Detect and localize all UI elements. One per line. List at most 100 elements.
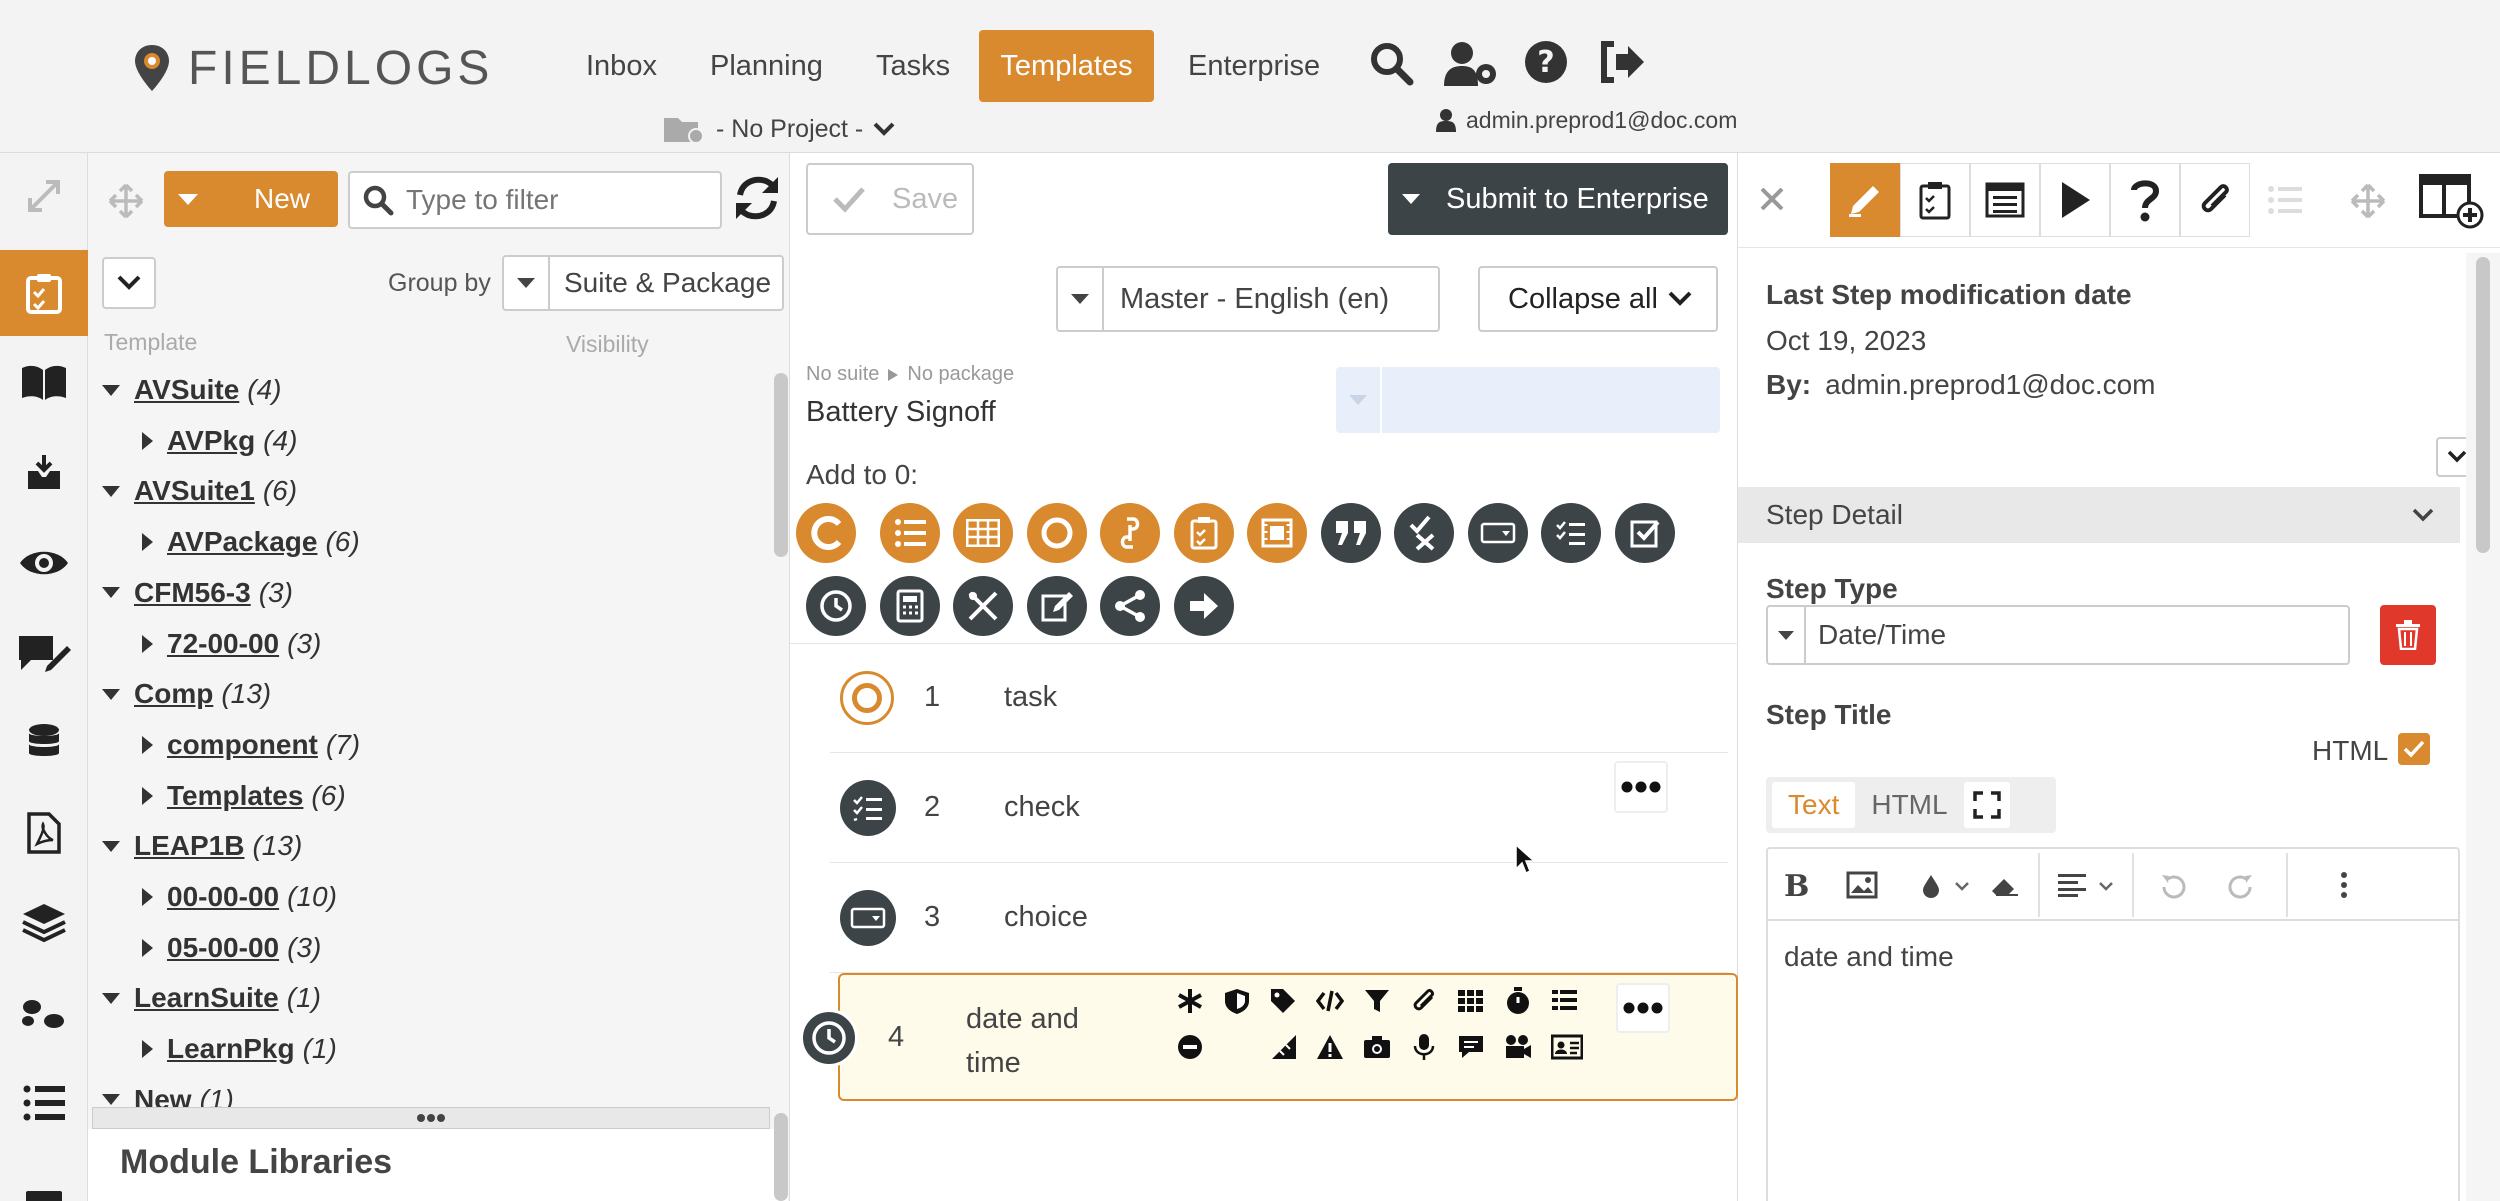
filter-input[interactable] bbox=[406, 184, 706, 216]
brand-logo[interactable]: FIELDLOGS bbox=[132, 38, 493, 98]
tree-item-name[interactable]: AVPkg bbox=[167, 425, 255, 457]
tree-item-name[interactable]: AVSuite1 bbox=[134, 475, 255, 507]
more-options-button[interactable] bbox=[1614, 761, 1668, 813]
code-icon[interactable] bbox=[1316, 987, 1344, 1015]
color-drop-icon[interactable] bbox=[1920, 873, 1942, 899]
step-type-select[interactable]: Date/Time bbox=[1766, 605, 2350, 665]
link-icon[interactable] bbox=[1100, 503, 1160, 563]
comment-icon[interactable] bbox=[1457, 1033, 1485, 1061]
mic-icon[interactable] bbox=[1410, 1033, 1438, 1061]
nav-templates[interactable]: Templates bbox=[979, 30, 1154, 102]
step-row[interactable]: 2 check bbox=[830, 753, 1728, 863]
footprints-icon[interactable] bbox=[0, 970, 88, 1056]
editor-content[interactable]: date and time bbox=[1784, 941, 1954, 973]
collapse-tree-button[interactable] bbox=[102, 257, 156, 309]
caret-right-icon[interactable] bbox=[142, 634, 153, 653]
project-selector[interactable]: - No Project - bbox=[664, 112, 895, 146]
tree-item-name[interactable]: component bbox=[167, 729, 318, 761]
collapse-all-button[interactable]: Collapse all bbox=[1478, 266, 1718, 332]
circle-icon[interactable] bbox=[1026, 503, 1087, 563]
warning-icon[interactable] bbox=[1316, 1033, 1344, 1061]
tree-item-name[interactable]: LearnPkg bbox=[167, 1033, 295, 1065]
eye-icon[interactable] bbox=[0, 520, 88, 606]
add-panel-icon[interactable] bbox=[2418, 173, 2484, 229]
book-icon[interactable] bbox=[0, 340, 88, 426]
tree-item[interactable]: CFM56-3 (3) bbox=[102, 568, 293, 618]
tags-icon[interactable] bbox=[1269, 987, 1297, 1015]
tree-item[interactable]: LearnSuite (1) bbox=[102, 973, 321, 1023]
right-scrollbar-thumb[interactable] bbox=[2476, 257, 2490, 553]
database-icon[interactable] bbox=[0, 700, 88, 786]
move-icon[interactable] bbox=[2350, 183, 2386, 219]
rich-text-editor[interactable]: B date and time bbox=[1766, 847, 2460, 1201]
caret-right-icon[interactable] bbox=[142, 888, 153, 906]
search-icon[interactable] bbox=[1368, 40, 1416, 88]
id-card-icon[interactable] bbox=[1551, 1033, 1583, 1061]
caret-down-icon[interactable] bbox=[102, 992, 120, 1004]
comment-edit-icon[interactable] bbox=[0, 610, 88, 696]
shield-icon[interactable] bbox=[1223, 987, 1251, 1015]
tree-item[interactable]: LEAP1B (13) bbox=[102, 821, 302, 871]
logout-icon[interactable] bbox=[1598, 40, 1646, 88]
image-icon[interactable] bbox=[1846, 871, 1878, 899]
tree-item-name[interactable]: 72-00-00 bbox=[167, 628, 279, 660]
list-disabled-icon[interactable] bbox=[2250, 163, 2320, 237]
submit-enterprise-button[interactable]: Submit to Enterprise bbox=[1388, 163, 1728, 235]
list-icon[interactable] bbox=[879, 503, 940, 563]
checklist-icon[interactable] bbox=[1541, 503, 1601, 563]
more-vertical-icon[interactable] bbox=[2340, 871, 2348, 899]
layers-icon[interactable] bbox=[0, 880, 88, 966]
tree-item-name[interactable]: LEAP1B bbox=[134, 830, 244, 862]
grid-icon[interactable] bbox=[1457, 987, 1485, 1015]
bold-icon[interactable]: B bbox=[1784, 869, 1809, 904]
step-row-selected[interactable]: 4 date and time bbox=[800, 973, 1738, 1101]
filter-icon[interactable] bbox=[1363, 987, 1391, 1015]
caret-down-icon[interactable] bbox=[102, 384, 120, 396]
caret-right-icon[interactable] bbox=[142, 533, 153, 552]
film-icon[interactable] bbox=[1247, 503, 1307, 563]
list-icon[interactable] bbox=[0, 1060, 88, 1146]
list-icon[interactable] bbox=[1551, 987, 1579, 1015]
caret-right-icon[interactable] bbox=[142, 431, 153, 450]
undo-icon[interactable] bbox=[2160, 873, 2186, 899]
expand-icon[interactable] bbox=[0, 153, 88, 239]
tree-item-name[interactable]: 00-00-00 bbox=[167, 881, 279, 913]
tree-item-name[interactable]: LearnSuite bbox=[134, 982, 279, 1014]
caret-right-icon[interactable] bbox=[142, 938, 153, 957]
edit-icon[interactable] bbox=[1026, 576, 1087, 636]
tree-item-name[interactable]: AVPackage bbox=[167, 526, 317, 558]
paperclip-icon[interactable] bbox=[1410, 987, 1438, 1015]
tree-item[interactable]: 72-00-00 (3) bbox=[130, 619, 321, 669]
fullscreen-icon[interactable] bbox=[1963, 782, 2010, 828]
tab-html[interactable]: HTML bbox=[1855, 782, 1963, 828]
tree-item-name[interactable]: CFM56-3 bbox=[134, 577, 251, 609]
nav-enterprise[interactable]: Enterprise bbox=[1168, 30, 1340, 102]
nav-planning[interactable]: Planning bbox=[690, 30, 843, 102]
visibility-select[interactable] bbox=[1336, 367, 1720, 433]
step-detail-section-header[interactable]: Step Detail bbox=[1738, 487, 2460, 543]
caret-down-icon[interactable] bbox=[102, 485, 120, 497]
nav-inbox[interactable]: Inbox bbox=[566, 30, 677, 102]
refresh-icon[interactable] bbox=[732, 173, 782, 223]
video-icon[interactable] bbox=[1504, 1033, 1532, 1061]
tree-item[interactable]: Comp (13) bbox=[102, 669, 271, 719]
group-by-select[interactable]: Suite & Package bbox=[502, 255, 784, 311]
module-scrollbar[interactable] bbox=[774, 1113, 788, 1201]
help-icon[interactable]: ? bbox=[1524, 40, 1572, 88]
clock-icon[interactable] bbox=[806, 576, 866, 636]
more-options-button[interactable] bbox=[1616, 983, 1670, 1033]
move-icon[interactable] bbox=[108, 183, 144, 219]
panel-resize-handle[interactable] bbox=[92, 1107, 770, 1129]
tree-item[interactable]: AVSuite (4) bbox=[102, 365, 282, 415]
redo-icon[interactable] bbox=[2228, 873, 2254, 899]
caret-right-icon[interactable] bbox=[142, 735, 153, 754]
check-x-icon[interactable] bbox=[1394, 503, 1454, 563]
pencil-icon[interactable] bbox=[1830, 163, 1900, 237]
align-icon[interactable] bbox=[2058, 873, 2086, 897]
form-icon[interactable] bbox=[1970, 163, 2040, 237]
task-icon[interactable] bbox=[796, 503, 856, 563]
delete-step-button[interactable] bbox=[2380, 605, 2436, 665]
quote-icon[interactable] bbox=[1320, 503, 1381, 563]
clipboard-icon[interactable] bbox=[1173, 503, 1234, 563]
tree-item-name[interactable]: 05-00-00 bbox=[167, 932, 279, 964]
